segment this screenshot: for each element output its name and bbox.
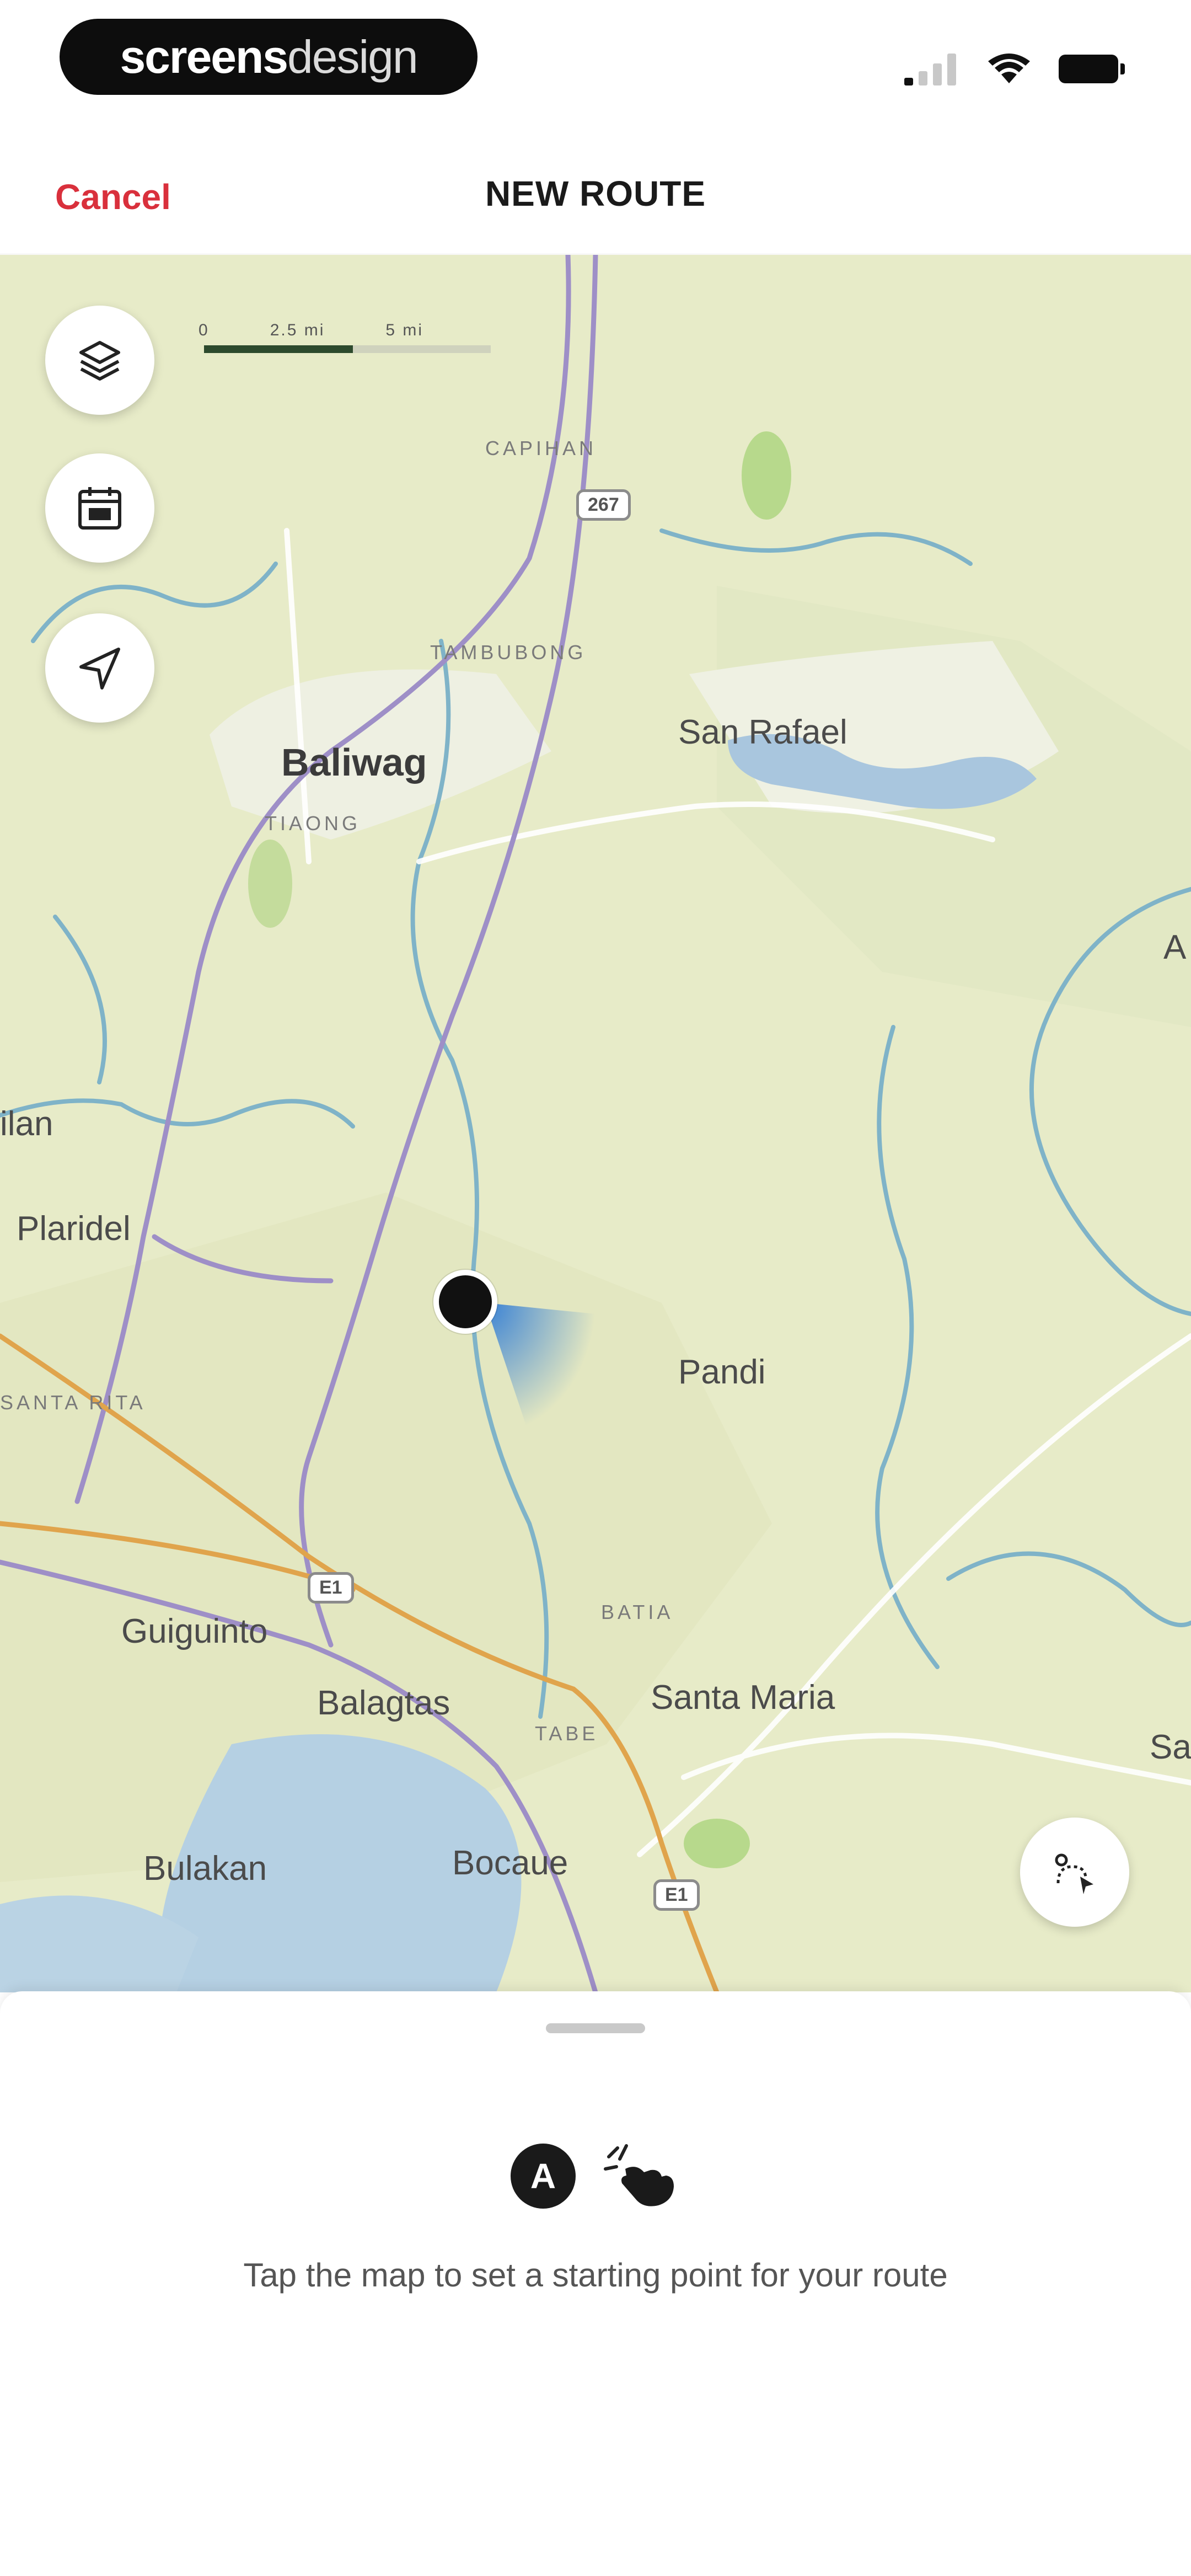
start-point-indicator: A xyxy=(0,2140,1191,2212)
start-point-hint: Tap the map to set a starting point for … xyxy=(243,2257,948,2294)
route-mode-button[interactable] xyxy=(1020,1818,1129,1927)
layers-button[interactable] xyxy=(45,306,154,415)
layers-icon xyxy=(79,341,120,381)
route-mode-icon xyxy=(1055,1853,1093,1894)
map-label: Plaridel xyxy=(17,1210,131,1248)
route-shield: E1 xyxy=(308,1572,354,1604)
battery-icon xyxy=(1059,55,1125,83)
current-location-marker xyxy=(433,1270,497,1334)
map-label: SANTA RITA xyxy=(0,1391,146,1414)
map-scale-bar: 0 2.5 mi 5 mi xyxy=(198,321,507,354)
map-label: ilan xyxy=(0,1105,53,1143)
status-bar: screensdesign xyxy=(0,0,1191,127)
scale-label: 5 mi xyxy=(385,321,424,339)
map-label: Balagtas xyxy=(317,1684,450,1722)
calendar-button[interactable] xyxy=(45,453,154,563)
map-label: Pandi xyxy=(678,1353,766,1391)
map-label: Santa Maria xyxy=(651,1679,835,1717)
scale-label: 2.5 mi xyxy=(270,321,325,339)
wifi-icon xyxy=(988,54,1030,83)
page-title: NEW ROUTE xyxy=(485,174,706,213)
navigation-button[interactable] xyxy=(45,613,154,723)
navigation-bar: Cancel NEW ROUTE xyxy=(0,127,1191,254)
cellular-signal-icon xyxy=(904,52,959,85)
brand-wordmark: screensdesign xyxy=(120,30,419,84)
map-label: Guiguinto xyxy=(121,1612,268,1650)
scale-label: 0 xyxy=(198,321,210,339)
map-label: Bulakan xyxy=(143,1850,267,1888)
route-map[interactable]: 0 2.5 mi 5 mi CAPIHAN TAMBUBONG Baliwag … xyxy=(0,255,1191,1992)
sheet-drag-handle[interactable] xyxy=(546,2023,645,2033)
map-label: Sa xyxy=(1150,1728,1191,1766)
map-label: A xyxy=(1163,928,1187,966)
map-label: Bocaue xyxy=(452,1844,568,1882)
map-label: Baliwag xyxy=(281,741,427,784)
map-label: San Rafael xyxy=(678,713,847,751)
brand-logo: screensdesign xyxy=(60,19,478,95)
bottom-sheet: A Tap the map to set a starting point fo… xyxy=(0,1991,1191,2576)
route-shield: 267 xyxy=(576,489,631,521)
map-label: TIAONG xyxy=(265,812,361,835)
waypoint-a-badge: A xyxy=(511,2144,576,2209)
map-label: BATIA xyxy=(601,1601,674,1623)
route-shield: E1 xyxy=(653,1879,700,1911)
map-label: CAPIHAN xyxy=(485,437,597,459)
calendar-icon xyxy=(78,487,121,530)
brand-word-light: design xyxy=(287,30,419,83)
status-icons xyxy=(904,44,1125,94)
brand-word-bold: screens xyxy=(120,30,288,83)
map-label: TAMBUBONG xyxy=(430,641,587,664)
app-screen: screensdesign Cancel NEW ROUTE 0 2.5 mi … xyxy=(0,0,1191,2576)
map-label: TABE xyxy=(535,1722,599,1745)
tap-gesture-icon xyxy=(604,2144,674,2206)
navigation-arrow-icon xyxy=(79,648,120,690)
